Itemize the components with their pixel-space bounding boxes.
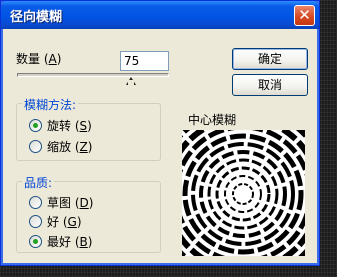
amount-input[interactable] <box>120 51 169 71</box>
radio-good-indicator[interactable] <box>29 214 42 228</box>
cancel-button[interactable]: 取消 <box>232 74 308 96</box>
concentric-rings-preview <box>182 130 305 256</box>
radio-good-label: 好 (G) <box>47 214 82 229</box>
radio-zoom[interactable]: 缩放 (Z) <box>29 138 92 154</box>
radio-good[interactable]: 好 (G) <box>29 213 82 229</box>
amount-label: 数量 (A) <box>16 52 62 66</box>
amount-slider-thumb-inner <box>128 80 134 85</box>
radial-blur-dialog: 径向模糊 ✕ 数量 (A) 确定 取消 模糊方法: 旋转 (S) 缩放 (Z) … <box>0 0 320 266</box>
amount-slider-track[interactable] <box>17 73 169 77</box>
blur-center-preview[interactable] <box>182 130 305 256</box>
radio-best-indicator[interactable] <box>29 234 42 248</box>
radio-spin-label: 旋转 (S) <box>47 118 92 133</box>
radio-zoom-label: 缩放 (Z) <box>47 139 93 154</box>
title-bar[interactable]: 径向模糊 ✕ <box>1 1 319 29</box>
blur-center-label: 中心模糊 <box>188 113 237 127</box>
radio-spin[interactable]: 旋转 (S) <box>29 117 92 133</box>
radio-draft[interactable]: 草图 (D) <box>29 194 93 210</box>
radio-best[interactable]: 最好 (B) <box>29 233 92 249</box>
radio-draft-indicator[interactable] <box>29 195 42 209</box>
dialog-title: 径向模糊 <box>10 10 63 25</box>
quality-title: 品质: <box>22 174 55 191</box>
radio-best-label: 最好 (B) <box>47 234 93 249</box>
ok-button[interactable]: 确定 <box>232 48 308 70</box>
radio-draft-label: 草图 (D) <box>47 195 94 210</box>
close-icon: ✕ <box>298 6 311 24</box>
radio-spin-indicator[interactable] <box>29 118 42 132</box>
radio-zoom-indicator[interactable] <box>29 139 42 153</box>
blur-method-title: 模糊方法: <box>22 96 79 113</box>
close-button[interactable]: ✕ <box>294 5 315 26</box>
